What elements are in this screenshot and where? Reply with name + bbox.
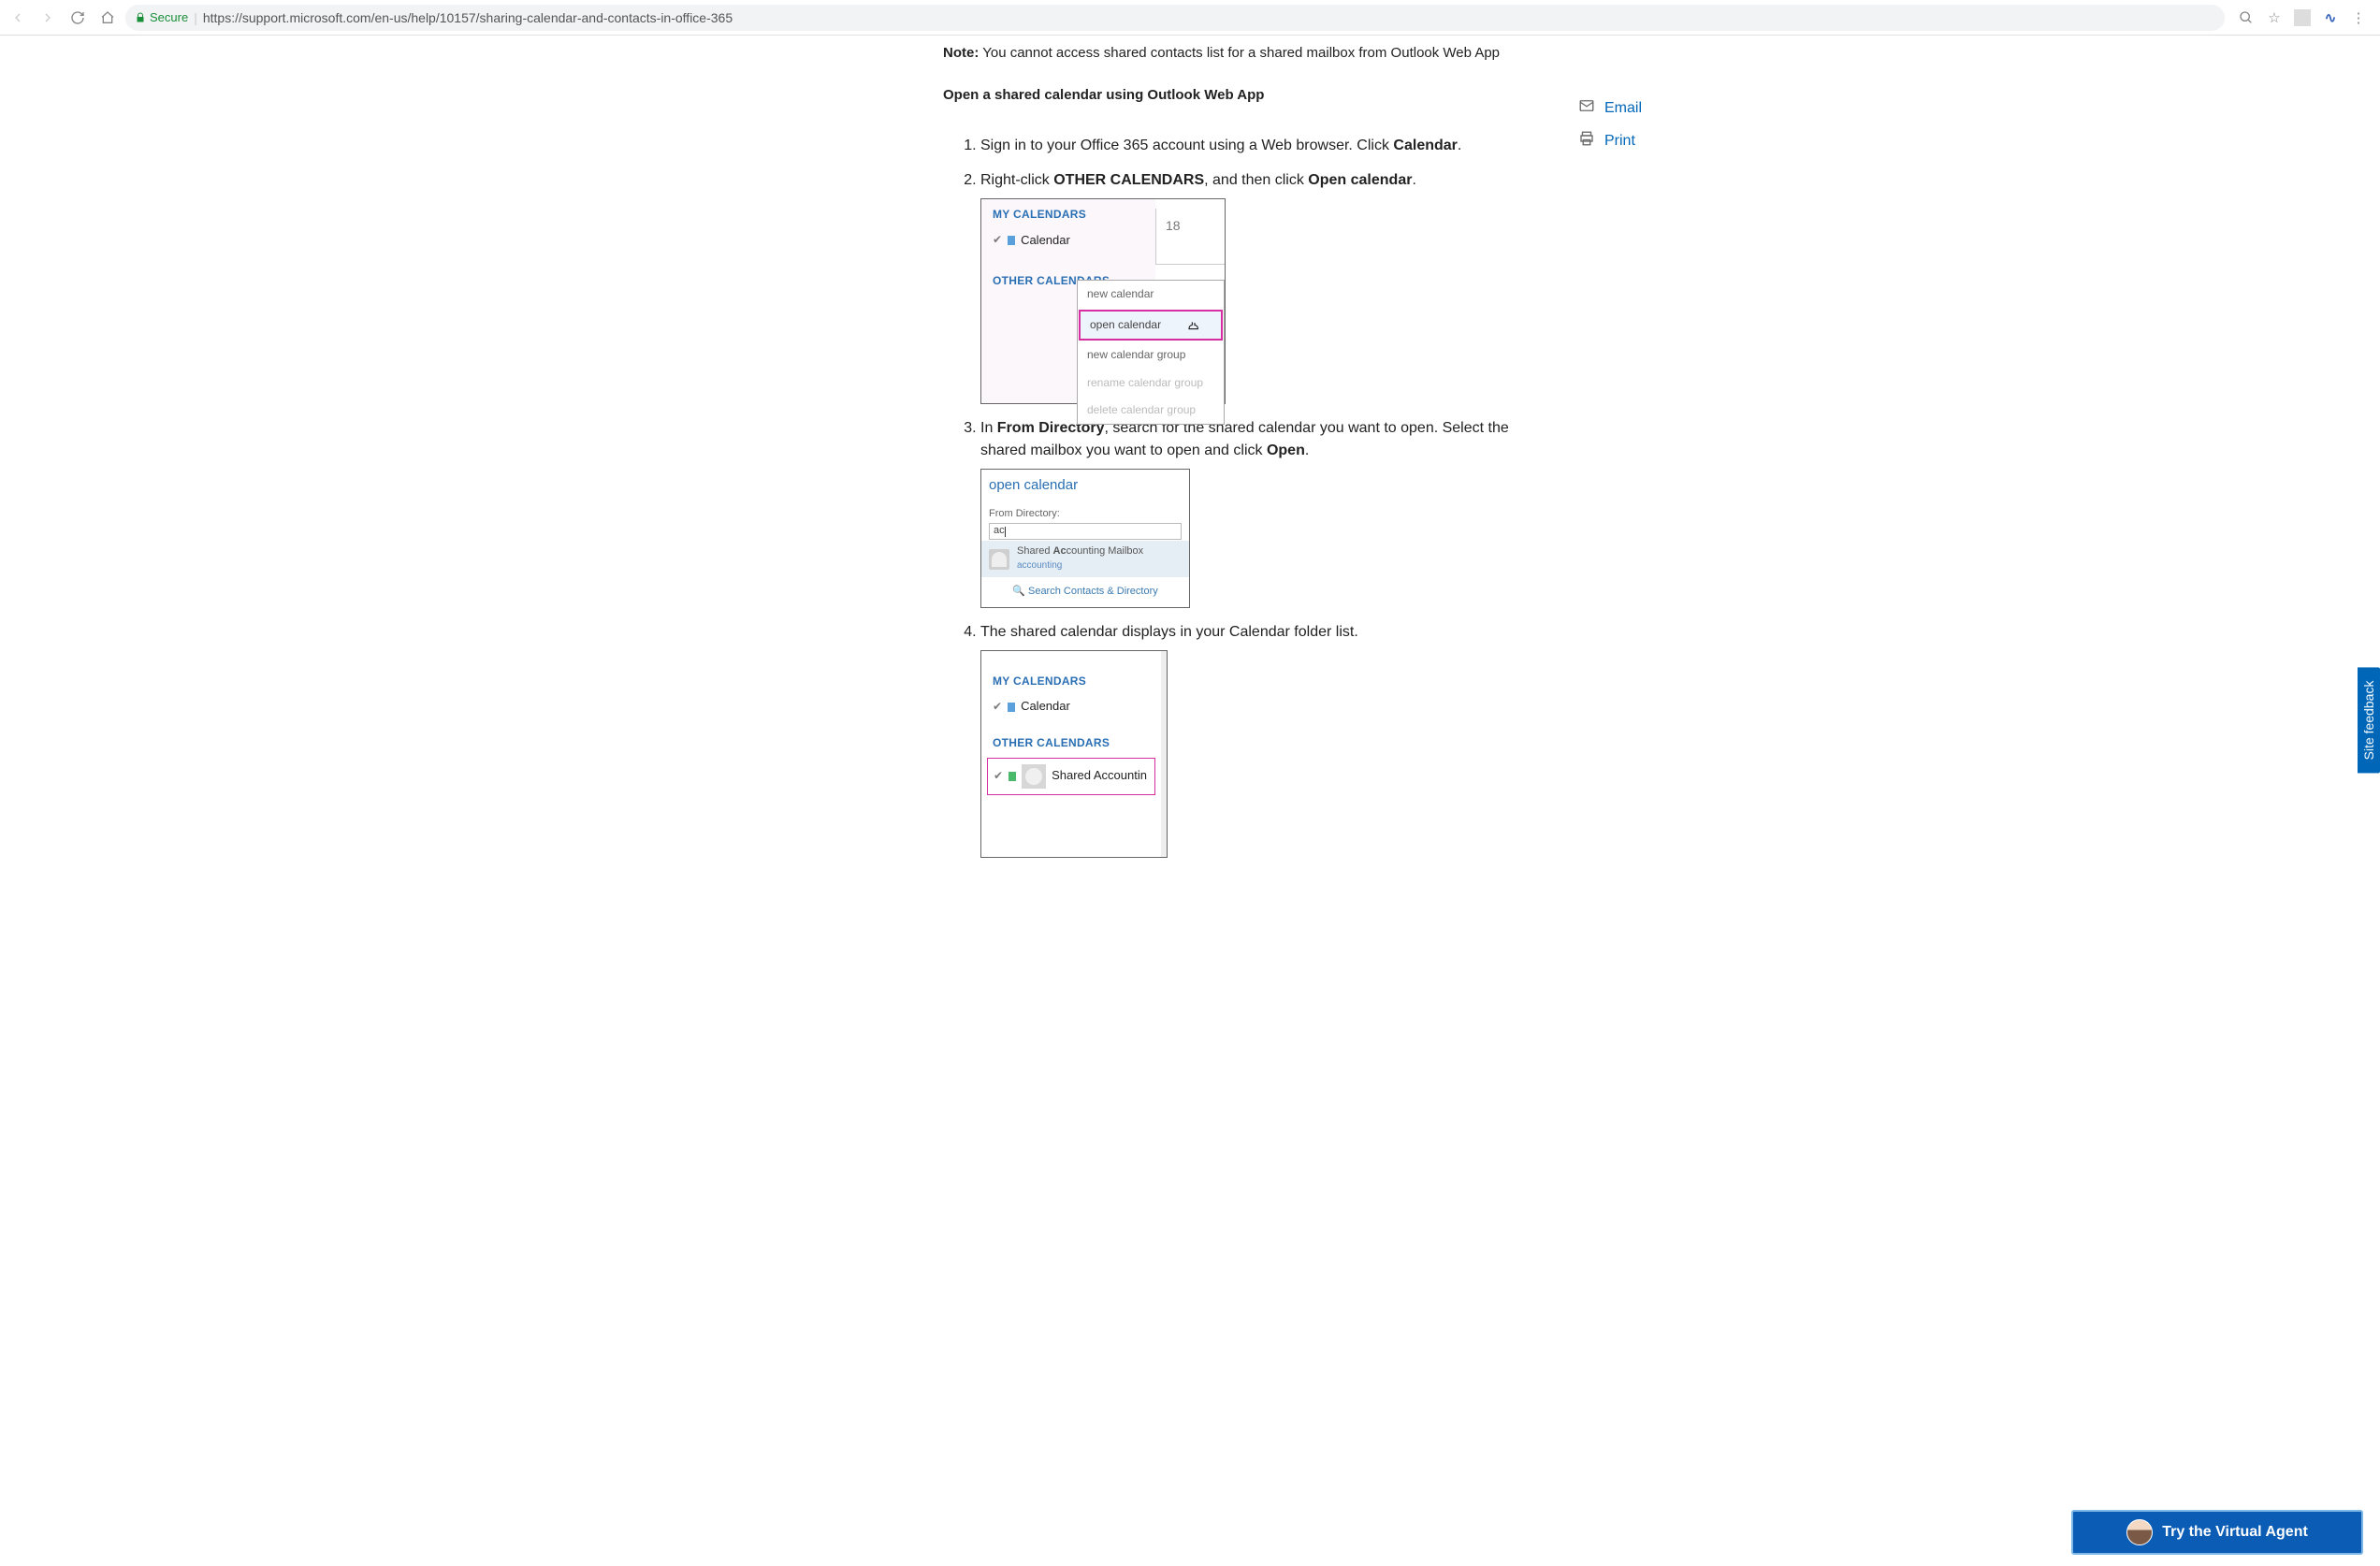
search-icon: 🔍	[1012, 586, 1025, 597]
secure-label: Secure	[150, 10, 188, 24]
site-feedback-tab[interactable]: Site feedback	[2358, 668, 2380, 774]
calendar-day-cell: 18	[1155, 209, 1225, 265]
shared-calendar-name: Shared Accountin	[1052, 767, 1147, 785]
bookmark-star-icon[interactable]: ☆	[2264, 7, 2285, 28]
email-link[interactable]: Email	[1578, 92, 1691, 124]
avatar-icon	[989, 549, 1009, 570]
screenshot-open-calendar-dialog: open calendar From Directory: ac Shared …	[980, 469, 1190, 608]
dialog-title: open calendar	[981, 470, 1189, 498]
zoom-icon[interactable]	[2236, 7, 2257, 28]
my-calendars-header: MY CALENDARS	[981, 199, 1155, 228]
calendar-color-icon	[1009, 772, 1016, 781]
menu-rename-group: rename calendar group	[1078, 370, 1224, 397]
note-text: You cannot access shared contacts list f…	[979, 45, 1500, 61]
email-label: Email	[1604, 100, 1642, 117]
page-content: Note: You cannot access shared contacts …	[554, 36, 1826, 927]
calendar-color-icon	[1008, 236, 1015, 245]
cursor-icon	[1187, 319, 1202, 342]
browser-toolbar: Secure | https://support.microsoft.com/e…	[0, 0, 2380, 36]
reload-button[interactable]	[65, 6, 90, 30]
virtual-agent-label: Try the Virtual Agent	[2162, 1524, 2308, 1541]
secure-indicator: Secure	[135, 10, 188, 24]
step-1: Sign in to your Office 365 account using…	[980, 135, 1542, 156]
screenshot-context-menu: MY CALENDARS ✔ Calendar OTHER CALENDARS …	[980, 198, 1226, 404]
note-paragraph: Note: You cannot access shared contacts …	[943, 45, 1542, 61]
print-label: Print	[1604, 133, 1635, 150]
from-directory-label: From Directory:	[981, 498, 1189, 524]
menu-new-group: new calendar group	[1078, 341, 1224, 369]
calendar-row: ✔ Calendar	[981, 229, 1155, 253]
agent-avatar-icon	[2126, 1519, 2153, 1545]
print-link[interactable]: Print	[1578, 124, 1691, 157]
menu-dots-icon[interactable]: ⋮	[2348, 7, 2369, 28]
directory-input: ac	[989, 523, 1182, 540]
calendar-label: Calendar	[1021, 232, 1070, 250]
step-2: Right-click OTHER CALENDARS, and then cl…	[980, 169, 1542, 404]
other-calendars-header: OTHER CALENDARS	[981, 718, 1161, 757]
search-contacts-link: 🔍 Search Contacts & Directory	[981, 577, 1189, 607]
check-icon: ✔	[993, 232, 1002, 248]
suggestion-sub: accounting	[1017, 559, 1143, 573]
home-button[interactable]	[95, 6, 120, 30]
suggestion-name: Shared Accounting Mailbox	[1017, 544, 1143, 559]
shared-calendar-row: ✔ Shared Accountin	[987, 758, 1155, 795]
print-icon	[1578, 130, 1595, 152]
calendar-color-icon	[1008, 703, 1015, 712]
step-4: The shared calendar displays in your Cal…	[980, 621, 1542, 858]
avatar-icon	[1022, 764, 1046, 789]
context-menu: new calendar open calendar new calendar …	[1077, 280, 1225, 425]
my-calendars-header: MY CALENDARS	[981, 666, 1161, 695]
menu-delete-group: delete calendar group	[1078, 397, 1224, 424]
article-actions: Email Print	[1578, 92, 1691, 157]
email-icon	[1578, 97, 1595, 119]
virtual-agent-button[interactable]: Try the Virtual Agent	[2071, 1510, 2363, 1555]
check-icon: ✔	[993, 699, 1002, 715]
section-heading: Open a shared calendar using Outlook Web…	[943, 87, 1542, 103]
suggestion-row: Shared Accounting Mailbox accounting	[981, 541, 1189, 576]
url-text: https://support.microsoft.com/en-us/help…	[203, 10, 733, 25]
forward-button[interactable]	[36, 6, 60, 30]
check-icon: ✔	[994, 768, 1003, 784]
back-button[interactable]	[6, 6, 30, 30]
chrome-right-icons: ☆ ∿ ⋮	[2230, 7, 2374, 28]
menu-new-calendar: new calendar	[1078, 281, 1224, 308]
step-3: In From Directory, search for the shared…	[980, 417, 1542, 607]
steps-list: Sign in to your Office 365 account using…	[943, 135, 1542, 858]
address-bar[interactable]: Secure | https://support.microsoft.com/e…	[125, 5, 2225, 31]
screenshot-calendar-folder-list: MY CALENDARS ✔ Calendar OTHER CALENDARS …	[980, 650, 1168, 858]
extension-box-icon[interactable]	[2292, 7, 2313, 28]
calendar-row: ✔ Calendar	[981, 695, 1161, 718]
article-column: Note: You cannot access shared contacts …	[943, 45, 1542, 858]
extension-diamond-icon[interactable]: ∿	[2320, 7, 2341, 28]
calendar-label: Calendar	[1021, 698, 1070, 716]
note-label: Note:	[943, 45, 979, 61]
